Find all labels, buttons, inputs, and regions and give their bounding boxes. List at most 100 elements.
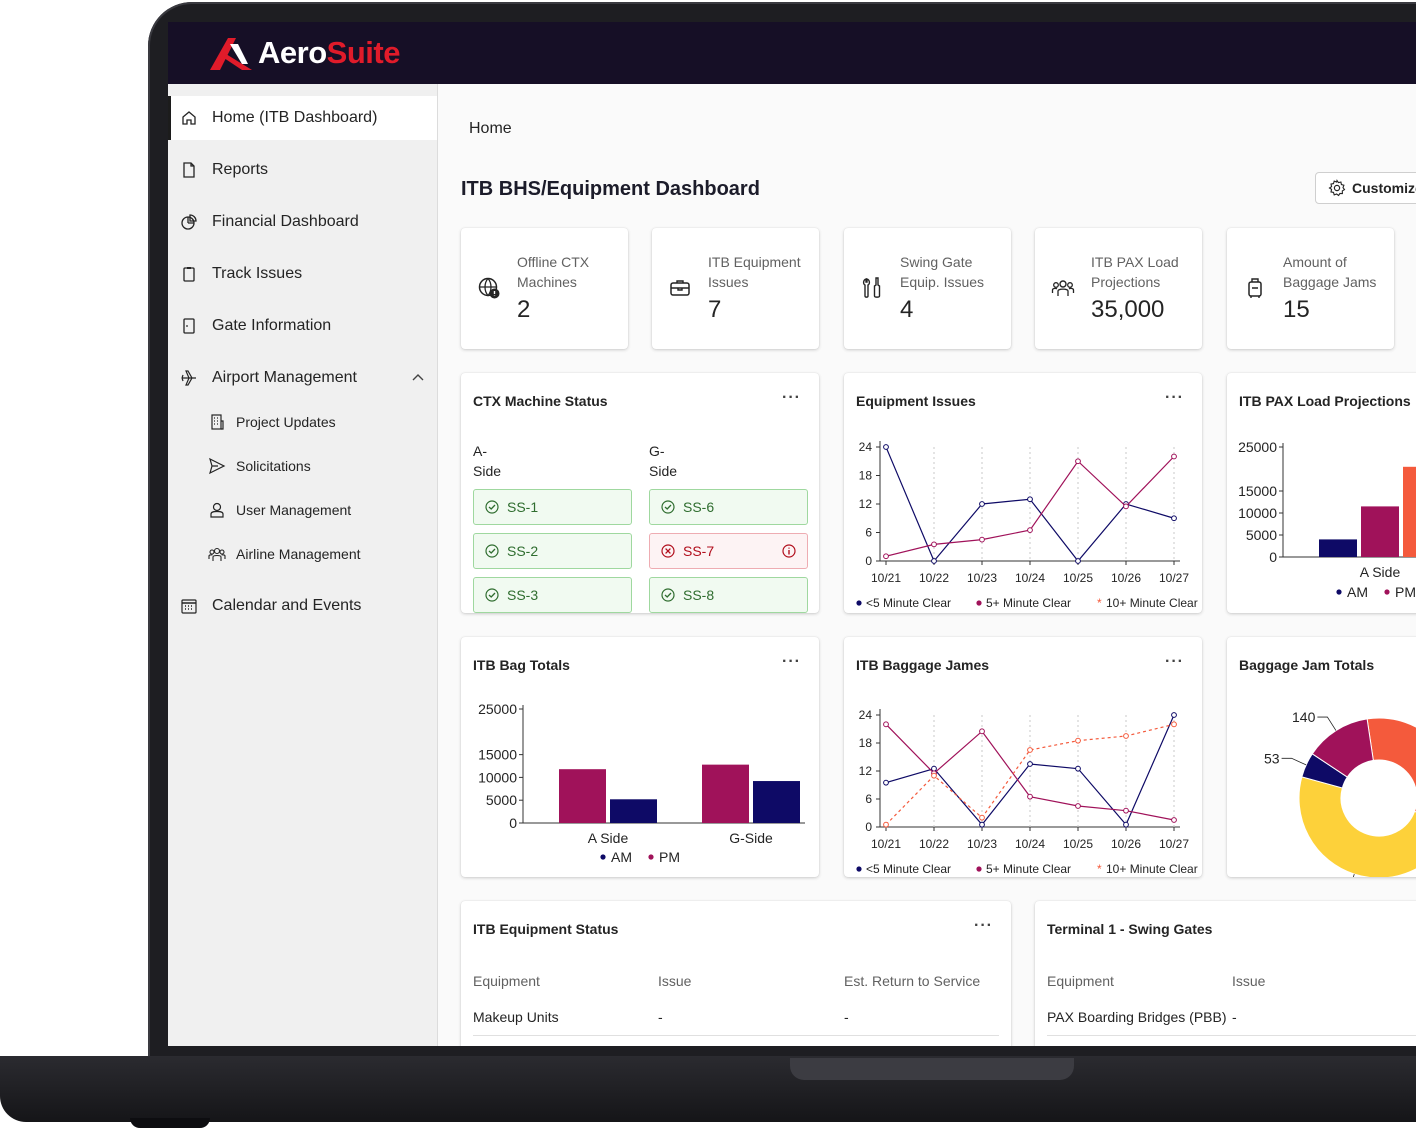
card-title: ITB Equipment Status (473, 921, 619, 937)
top-bar: AeroSuite (168, 22, 1416, 84)
legend-marker: * (1097, 862, 1102, 876)
g-side-header-line1: G- (649, 443, 665, 459)
data-point (931, 558, 937, 564)
wrench-screwdriver-icon (862, 277, 881, 298)
machine-name: SS-6 (683, 499, 715, 515)
logo-text-suite: Suite (326, 35, 401, 70)
sidebar-subitem-project-updates[interactable]: Project Updates (196, 402, 437, 442)
legend-marker (856, 866, 862, 872)
sidebar-item-reports[interactable]: Reports (168, 148, 437, 192)
more-options-button[interactable]: ··· (782, 389, 801, 407)
app-logo[interactable]: AeroSuite (208, 34, 400, 72)
bar (1361, 506, 1399, 557)
people-team-icon (208, 545, 226, 563)
sidebar-item-calendar-events[interactable]: Calendar and Events (168, 584, 437, 628)
ctx-machine-chip[interactable]: SS-3 (473, 577, 632, 613)
machine-name: SS-3 (507, 587, 539, 603)
table-cell: - (658, 1009, 663, 1025)
bag-totals-chart: 0 5000 10000 15000 25000 A Side G-Side AM PM (478, 701, 805, 865)
data-point (1027, 761, 1033, 767)
data-point (931, 772, 937, 779)
x-tick-label: G-Side (729, 830, 773, 846)
label-leader (1281, 757, 1307, 766)
stat-card-swing-gate[interactable]: Swing Gate Equip. Issues 4 (844, 228, 1011, 349)
row-divider (473, 1035, 999, 1036)
y-tick-label: 0 (865, 554, 872, 568)
data-point (1027, 527, 1033, 534)
data-point (1123, 807, 1129, 814)
breadcrumb[interactable]: Home (469, 120, 512, 138)
data-point (979, 821, 985, 828)
column-header[interactable]: Equipment (1047, 973, 1114, 989)
sidebar-item-airport-management[interactable]: Airport Management (168, 356, 437, 400)
x-tick-label: 10/23 (967, 837, 997, 851)
chevron-up-icon[interactable] (411, 370, 425, 384)
x-tick-label: A Side (588, 830, 629, 846)
stat-card-baggage-jams[interactable]: Amount of Baggage Jams 15 (1227, 228, 1394, 349)
data-point (883, 444, 889, 450)
ctx-machine-chip[interactable]: SS-2 (473, 533, 632, 569)
people-icon (1051, 280, 1075, 296)
more-options-button[interactable]: ··· (974, 917, 993, 935)
customize-button[interactable]: Customize (1315, 172, 1416, 204)
sidebar-item-label: Reports (212, 161, 269, 178)
column-header[interactable]: Est. Return to Service (844, 973, 980, 989)
row-divider (1047, 1035, 1416, 1036)
column-header[interactable]: Equipment (473, 973, 540, 989)
column-header[interactable]: Issue (658, 973, 691, 989)
data-point (979, 728, 985, 735)
y-tick-label: 10000 (478, 769, 517, 785)
clipboard-icon (180, 265, 198, 283)
card-title: CTX Machine Status (473, 393, 608, 409)
data-point (1075, 737, 1081, 744)
stat-label: ITB Equipment Issues (708, 254, 801, 290)
logo-text-aero: Aero (258, 35, 327, 70)
sidebar-subitem-user-management[interactable]: User Management (196, 490, 437, 530)
sidebar-item-home[interactable]: Home (ITB Dashboard) (168, 96, 437, 140)
pax-load-chart: 0 5000 10000 15000 25000 A Side AM PM (1238, 439, 1416, 600)
bar (610, 799, 657, 823)
x-tick-label: 10/27 (1159, 837, 1189, 851)
page-title: ITB BHS/Equipment Dashboard (461, 178, 760, 200)
luggage-icon (1248, 278, 1262, 298)
globe-error-icon (478, 277, 500, 299)
bar (1403, 466, 1416, 557)
data-point (931, 765, 937, 772)
legend-label: 5+ Minute Clear (986, 596, 1071, 610)
y-tick-label: 10000 (1238, 505, 1277, 521)
ctx-machine-chip[interactable]: SS-8 (649, 577, 808, 613)
data-point (1171, 712, 1177, 718)
stat-card-offline-ctx[interactable]: Offline CTX Machines 2 (461, 228, 628, 349)
series-line (885, 456, 1175, 557)
a-side-header-line2: Side (473, 463, 502, 479)
sidebar-subitem-solicitations[interactable]: Solicitations (196, 446, 437, 486)
ctx-machine-chip[interactable]: SS-6 (649, 489, 808, 525)
swing-gates-card: Terminal 1 - Swing Gates Equipment Issue… (1035, 901, 1416, 1046)
baggage-james-card: ITB Baggage James ··· 0 6 12 18 24 10/21 10/22… (844, 637, 1202, 877)
column-header[interactable]: Issue (1232, 973, 1265, 989)
jam-totals-card: Baggage Jam Totals 348553140 (1227, 637, 1416, 877)
bar (702, 764, 749, 823)
legend-marker (1384, 589, 1390, 595)
data-point (979, 814, 985, 821)
data-point (1123, 821, 1129, 828)
legend-label: AM (1347, 584, 1368, 600)
stat-card-equipment-issues[interactable]: ITB Equipment Issues 7 (652, 228, 819, 349)
data-point (883, 779, 889, 786)
ctx-machine-chip[interactable]: SS-7 (649, 533, 808, 569)
machine-name: SS-7 (683, 543, 715, 559)
sidebar-subitem-airline-management[interactable]: Airline Management (196, 534, 437, 574)
sidebar-item-gate-information[interactable]: Gate Information (168, 304, 437, 348)
sidebar-item-financial-dashboard[interactable]: Financial Dashboard (168, 200, 437, 244)
sidebar-item-track-issues[interactable]: Track Issues (168, 252, 437, 296)
info-icon[interactable] (782, 544, 796, 558)
equipment-issues-card: Equipment Issues ··· 0 6 12 18 24 10/21 10/22 1… (844, 373, 1202, 613)
y-tick-label: 5000 (1246, 527, 1277, 543)
stat-value: 35,000 (1091, 296, 1165, 323)
stat-card-pax-load[interactable]: ITB PAX Load Projections 35,000 (1035, 228, 1202, 349)
data-point (1171, 817, 1177, 823)
ctx-machine-chip[interactable]: SS-1 (473, 489, 632, 525)
sidebar-item-label: Gate Information (212, 317, 332, 334)
legend-label: <5 Minute Clear (866, 862, 951, 876)
legend-marker (856, 600, 862, 606)
